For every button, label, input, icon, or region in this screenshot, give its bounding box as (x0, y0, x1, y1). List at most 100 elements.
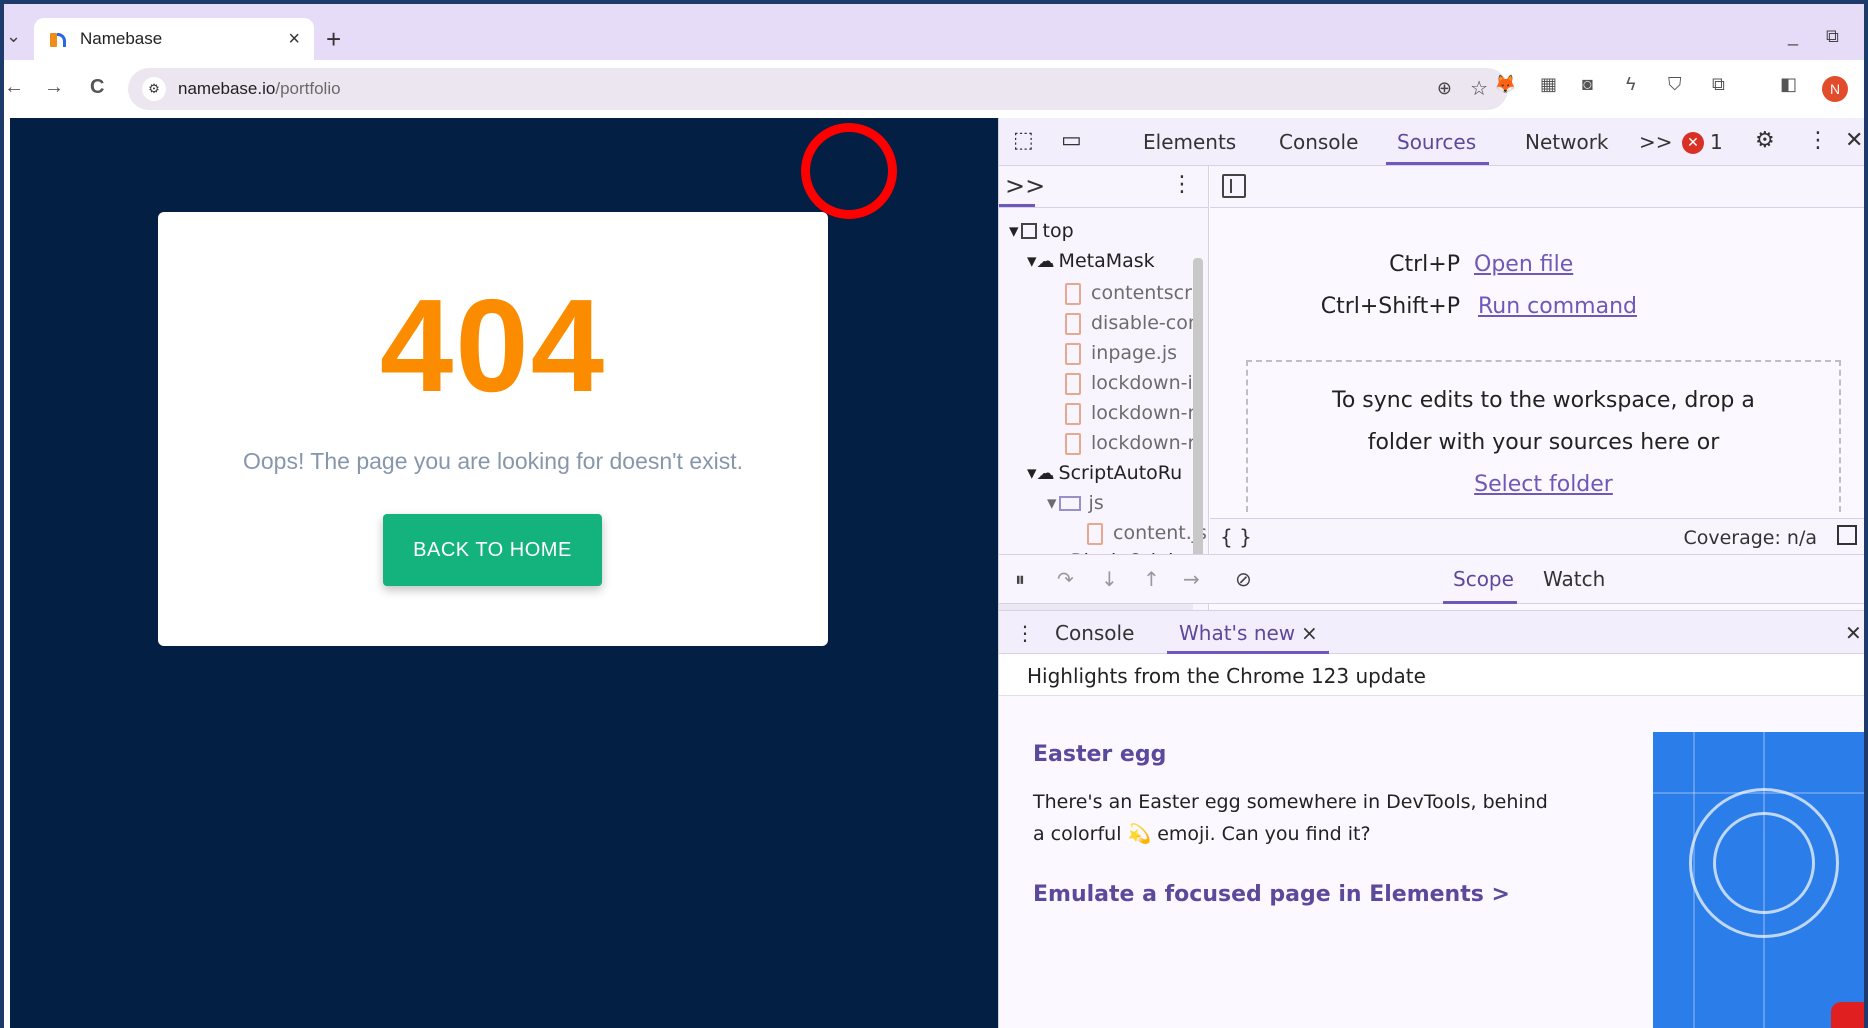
file-icon (1065, 432, 1081, 455)
tree-item-metamask[interactable]: ▾☁ MetaMask (1027, 250, 1155, 272)
tab-watch[interactable]: Watch (1543, 567, 1605, 591)
file-icon (1065, 312, 1081, 335)
tree-file-item[interactable]: lockdown-r (1065, 402, 1195, 425)
inspect-element-icon[interactable]: ⬚ (1013, 128, 1034, 153)
dropzone-text-line1: To sync edits to the workspace, drop a (1332, 388, 1755, 413)
cloud-icon: ☁ (1036, 251, 1055, 272)
profile-avatar[interactable]: N (1822, 76, 1848, 102)
tree-label: top (1042, 220, 1074, 242)
drawer-tab-whats-new[interactable]: What's new (1179, 621, 1295, 645)
error-count[interactable]: 1 (1710, 130, 1723, 154)
drawer-tab-console[interactable]: Console (1055, 621, 1134, 645)
whats-new-illustration (1653, 732, 1864, 1028)
minimize-button[interactable]: _ (1788, 26, 1798, 47)
tab-title: Namebase (80, 29, 163, 48)
tree-file-item-content[interactable]: content.js (1087, 522, 1207, 545)
red-corner-badge (1831, 1002, 1864, 1028)
tree-file-item[interactable]: lockdown-ii (1065, 372, 1198, 395)
tree-label: lockdown-r (1091, 432, 1196, 454)
browser-tab[interactable]: Namebase × (34, 18, 314, 60)
pretty-print-button[interactable]: { } (1220, 525, 1252, 549)
bookmark-star-icon[interactable]: ☆ (1470, 76, 1488, 101)
navigator-header: >> ⋮ (999, 166, 1208, 208)
easter-egg-heading[interactable]: Easter egg (1033, 742, 1166, 767)
extensions-puzzle-icon[interactable]: ⧉ (1712, 74, 1725, 95)
tree-item-top[interactable]: ▾ top (1009, 220, 1074, 242)
settings-gear-icon[interactable]: ⚙ (1755, 128, 1775, 153)
coverage-panel-icon[interactable] (1837, 525, 1857, 545)
shortcut-open-file-key: Ctrl+P (1389, 252, 1460, 277)
side-panel-icon[interactable]: ◧ (1780, 74, 1797, 95)
error-badge-icon[interactable]: ✕ (1682, 132, 1704, 154)
more-tabs-button[interactable]: >> (1639, 130, 1673, 154)
workspace-dropzone[interactable]: To sync edits to the workspace, drop a f… (1246, 360, 1841, 512)
tree-file-item[interactable]: contentscri (1065, 282, 1197, 305)
tab-sources[interactable]: Sources (1397, 130, 1476, 154)
address-bar[interactable]: ⚙ namebase.io/portfolio ⊕ ☆ (128, 68, 1508, 110)
device-toolbar-icon[interactable]: ▭ (1061, 128, 1082, 153)
reload-button[interactable]: C (90, 76, 104, 99)
shortcut-run-command-key: Ctrl+Shift+P (1320, 294, 1460, 319)
step-over-icon[interactable]: ↷ (1057, 567, 1074, 591)
address-path: /portfolio (275, 79, 341, 98)
navigator-menu-icon[interactable]: ⋮ (1171, 172, 1193, 197)
devtools-menu-icon[interactable]: ⋮ (1807, 128, 1829, 153)
tab-close-icon[interactable]: × (288, 28, 300, 51)
qr-icon[interactable]: ▦ (1540, 74, 1557, 95)
step-into-icon[interactable]: ↓ (1101, 567, 1118, 591)
site-info-icon[interactable]: ⚙ (142, 77, 166, 101)
close-devtools-icon[interactable]: ✕ (1845, 128, 1863, 153)
zoom-icon[interactable]: ⊕ (1437, 78, 1452, 99)
editor-footer: { } Coverage: n/a (1210, 518, 1864, 554)
tab-search-icon[interactable]: ⌄ (6, 26, 21, 47)
restore-button[interactable]: ⧉ (1826, 26, 1839, 47)
navigator-tab-indicator (999, 204, 1035, 207)
step-out-icon[interactable]: ↑ (1143, 567, 1160, 591)
tab-elements[interactable]: Elements (1143, 130, 1236, 154)
drawer-menu-icon[interactable]: ⋮ (1015, 621, 1035, 645)
tree-file-item[interactable]: inpage.js (1065, 342, 1177, 365)
tab-console[interactable]: Console (1279, 130, 1358, 154)
devtools-tab-bar: ⬚ ▭ Elements Console Sources Network >> … (999, 118, 1864, 166)
tree-file-item[interactable]: lockdown-r (1065, 432, 1195, 455)
back-button[interactable]: ← (4, 76, 24, 99)
shield-icon[interactable]: ⛉ (1668, 74, 1682, 95)
expand-arrow-icon: ▾ (1047, 492, 1057, 514)
tree-item-js-folder[interactable]: ▾ js (1047, 492, 1104, 514)
metamask-icon[interactable]: 🦊 (1494, 74, 1516, 95)
forward-button[interactable]: → (44, 76, 64, 99)
deactivate-breakpoints-icon[interactable]: ⊘ (1235, 567, 1252, 591)
select-folder-link[interactable]: Select folder (1248, 472, 1839, 497)
open-file-link[interactable]: Open file (1474, 252, 1573, 277)
emulate-focused-page-link[interactable]: Emulate a focused page in Elements > (1033, 882, 1510, 907)
camera-icon[interactable]: ◙ (1582, 74, 1593, 95)
toggle-navigator-icon[interactable] (1222, 174, 1246, 198)
expand-arrow-icon: ▾ (1009, 220, 1019, 242)
new-tab-button[interactable]: + (326, 24, 341, 55)
tree-item-scriptautorun[interactable]: ▾☁ ScriptAutoRu (1027, 462, 1182, 484)
tree-label: lockdown-r (1091, 402, 1196, 424)
dropzone-text-line2: folder with your sources here or (1367, 430, 1720, 455)
coverage-status: Coverage: n/a (1683, 527, 1817, 549)
editor-header (1210, 166, 1864, 208)
run-command-link[interactable]: Run command (1478, 294, 1637, 319)
navigator-vertical-scrollbar[interactable] (1193, 258, 1203, 558)
tree-label: MetaMask (1058, 250, 1155, 272)
tab-scope[interactable]: Scope (1453, 567, 1514, 591)
tree-label: disable-con (1091, 312, 1200, 334)
tab-strip: ⌄ Namebase × + _ ⧉ (4, 4, 1864, 60)
devtools-panel: ⬚ ▭ Elements Console Sources Network >> … (998, 118, 1864, 1028)
close-whats-new-icon[interactable]: × (1301, 621, 1318, 645)
step-icon[interactable]: → (1183, 567, 1200, 591)
tree-file-item[interactable]: disable-con (1065, 312, 1200, 335)
address-host: namebase.io (178, 79, 276, 98)
navigator-more-tabs-button[interactable]: >> (1005, 172, 1045, 200)
whats-new-content: Easter egg There's an Easter egg somewhe… (999, 696, 1864, 1028)
tab-network[interactable]: Network (1525, 130, 1609, 154)
pause-icon[interactable]: ⏸ (1015, 567, 1025, 591)
back-to-home-button[interactable]: BACK TO HOME (383, 514, 602, 586)
file-icon (1065, 282, 1081, 305)
expand-arrow-icon: ▾ (1027, 462, 1037, 484)
bolt-icon[interactable]: ϟ (1626, 74, 1636, 95)
close-drawer-icon[interactable]: ✕ (1845, 621, 1862, 645)
